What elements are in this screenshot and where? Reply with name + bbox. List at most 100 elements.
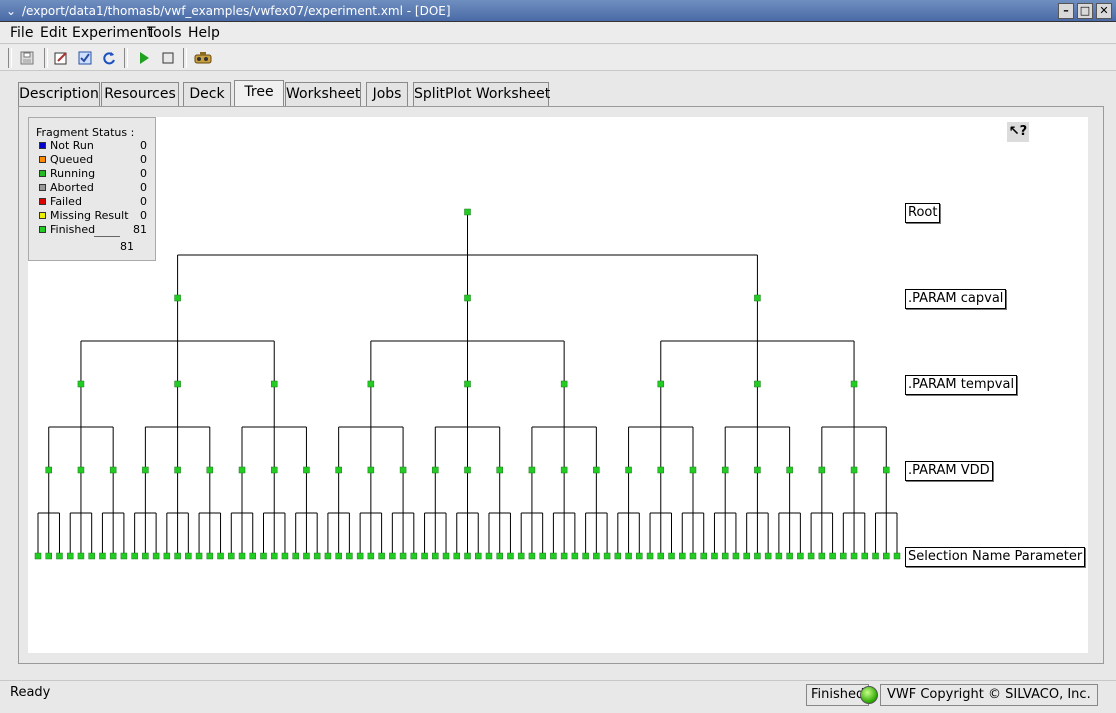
tree-node[interactable] <box>185 552 192 560</box>
tree-node[interactable] <box>829 552 836 560</box>
tree-node[interactable] <box>657 552 665 560</box>
tree-node[interactable] <box>378 552 385 560</box>
tree-node[interactable] <box>464 466 471 474</box>
tree-node[interactable] <box>453 552 461 560</box>
tree-node[interactable] <box>657 466 665 474</box>
tree-node[interactable] <box>646 552 654 560</box>
tree-node[interactable] <box>517 552 525 560</box>
tree-node[interactable] <box>228 552 235 560</box>
tree-node[interactable] <box>303 466 310 474</box>
tree-node[interactable] <box>367 466 375 474</box>
tree-node[interactable] <box>700 552 707 560</box>
tree-node[interactable] <box>893 552 901 560</box>
tree-node[interactable] <box>174 380 181 388</box>
tree-node[interactable] <box>571 552 579 560</box>
tree-node[interactable] <box>206 552 214 560</box>
tree-node[interactable] <box>528 466 536 474</box>
tree-node[interactable] <box>324 552 332 560</box>
tree-node[interactable] <box>464 552 471 560</box>
tree-node[interactable] <box>174 552 181 560</box>
tree-node[interactable] <box>689 552 697 560</box>
tree-node[interactable] <box>120 552 128 560</box>
tree-node[interactable] <box>840 552 847 560</box>
tree-node[interactable] <box>754 466 761 474</box>
tree-node[interactable] <box>732 552 740 560</box>
tree-node[interactable] <box>410 552 418 560</box>
tree-node[interactable] <box>786 552 793 560</box>
tree-node[interactable] <box>464 380 471 388</box>
tree-node[interactable] <box>603 552 611 560</box>
tree-node[interactable] <box>66 552 74 560</box>
tree-node[interactable] <box>754 380 761 388</box>
tree-node[interactable] <box>195 552 203 560</box>
tree-node[interactable] <box>270 466 278 474</box>
tree-node[interactable] <box>807 552 815 560</box>
tree-node[interactable] <box>131 552 138 560</box>
tree-node[interactable] <box>389 552 396 560</box>
tree-node[interactable] <box>797 552 804 560</box>
tree-node[interactable] <box>432 552 439 560</box>
tree-node[interactable] <box>367 380 375 388</box>
tree-node[interactable] <box>281 552 289 560</box>
tree-node[interactable] <box>711 552 718 560</box>
tree-node[interactable] <box>464 294 471 302</box>
tree-node[interactable] <box>636 552 643 560</box>
tree-node[interactable] <box>593 552 600 560</box>
tree-node[interactable] <box>754 552 761 560</box>
tree-node[interactable] <box>496 466 503 474</box>
tree-node[interactable] <box>56 552 63 560</box>
tree-node[interactable] <box>754 294 761 302</box>
tree-node[interactable] <box>142 552 149 560</box>
tree-node[interactable] <box>818 466 826 474</box>
tree-node[interactable] <box>109 552 117 560</box>
tree-node[interactable] <box>238 552 246 560</box>
tree-node[interactable] <box>614 552 622 560</box>
tree-node[interactable] <box>45 466 52 474</box>
tree-node[interactable] <box>270 552 278 560</box>
tree-node[interactable] <box>883 466 890 474</box>
tree-node[interactable] <box>88 552 95 560</box>
tree-node[interactable] <box>883 552 890 560</box>
tree-node[interactable] <box>593 466 600 474</box>
tree-node[interactable] <box>292 552 299 560</box>
tree-node[interactable] <box>721 466 729 474</box>
tree-node[interactable] <box>872 552 879 560</box>
tree-node[interactable] <box>335 552 342 560</box>
tree-node[interactable] <box>77 466 85 474</box>
tree-node[interactable] <box>818 552 826 560</box>
tree-node[interactable] <box>496 552 503 560</box>
tree-node[interactable] <box>539 552 546 560</box>
tree-node[interactable] <box>786 466 793 474</box>
tree-node[interactable] <box>303 552 310 560</box>
tree-node[interactable] <box>335 466 342 474</box>
tree-node[interactable] <box>625 552 632 560</box>
tree-node[interactable] <box>464 208 471 216</box>
tree-node[interactable] <box>474 552 482 560</box>
tree-node[interactable] <box>560 552 568 560</box>
tree-node[interactable] <box>528 552 536 560</box>
tree-node[interactable] <box>775 552 783 560</box>
tree-node[interactable] <box>45 552 52 560</box>
tree-node[interactable] <box>442 552 450 560</box>
tree-node[interactable] <box>367 552 375 560</box>
tree-node[interactable] <box>206 466 214 474</box>
tree-node[interactable] <box>399 552 407 560</box>
tree-node[interactable] <box>77 552 85 560</box>
tree-node[interactable] <box>850 552 858 560</box>
tree-node[interactable] <box>625 466 632 474</box>
tree-node[interactable] <box>174 466 181 474</box>
tree-node[interactable] <box>313 552 321 560</box>
tree-node[interactable] <box>560 380 568 388</box>
tree-node[interactable] <box>679 552 686 560</box>
help-cursor-icon[interactable]: ↖? <box>1007 122 1029 142</box>
tree-node[interactable] <box>260 552 267 560</box>
tree-node[interactable] <box>850 380 858 388</box>
tree-node[interactable] <box>432 466 439 474</box>
tree-node[interactable] <box>399 466 407 474</box>
tree-node[interactable] <box>743 552 750 560</box>
tree-node[interactable] <box>861 552 869 560</box>
tree-node[interactable] <box>850 466 858 474</box>
tree-node[interactable] <box>99 552 106 560</box>
tree-node[interactable] <box>270 380 278 388</box>
tree-node[interactable] <box>142 466 149 474</box>
